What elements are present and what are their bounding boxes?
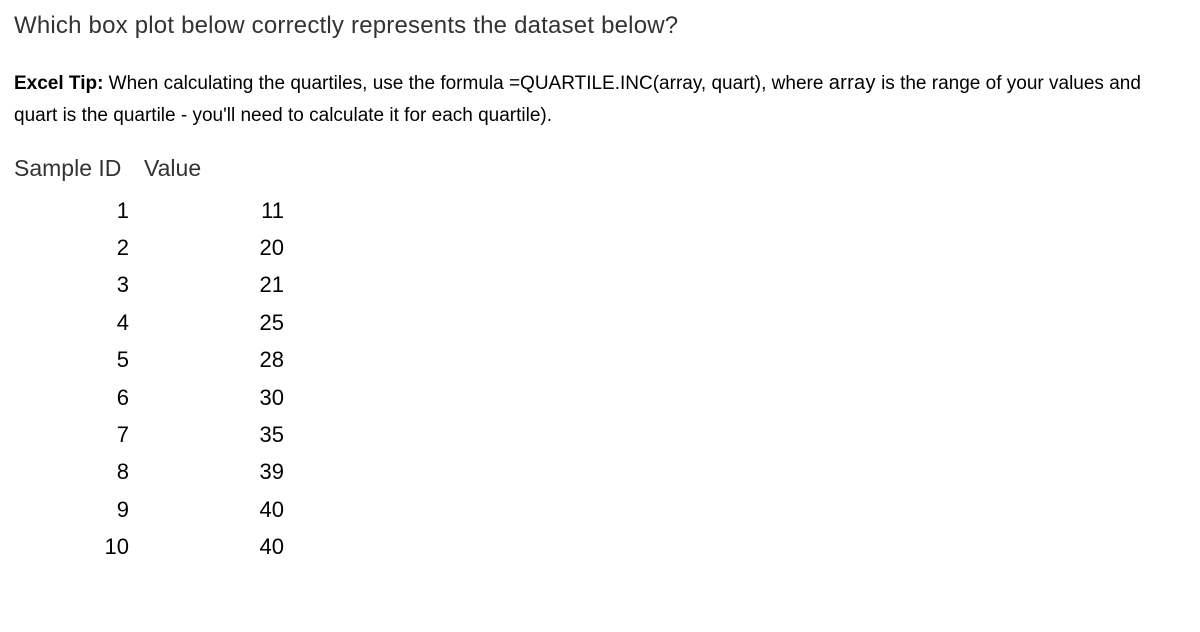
cell-value: 21 <box>129 266 284 303</box>
excel-tip-array: array <box>829 72 876 94</box>
cell-value: 39 <box>129 453 284 490</box>
cell-sample-id: 3 <box>14 266 129 303</box>
table-row: 3 21 <box>14 266 284 303</box>
table-row: 7 35 <box>14 416 284 453</box>
cell-sample-id: 7 <box>14 416 129 453</box>
table-header: Sample ID Value <box>14 155 284 182</box>
table-row: 6 30 <box>14 379 284 416</box>
cell-value: 40 <box>129 528 284 565</box>
excel-tip-text-1: When calculating the quartiles, use the … <box>103 73 828 94</box>
table-row: 2 20 <box>14 229 284 266</box>
excel-tip: Excel Tip: When calculating the quartile… <box>14 66 1186 133</box>
header-sample-id: Sample ID <box>14 155 144 182</box>
cell-sample-id: 8 <box>14 453 129 490</box>
table-row: 5 28 <box>14 341 284 378</box>
cell-value: 28 <box>129 341 284 378</box>
table-body: 1 11 2 20 3 21 4 25 5 28 6 30 7 35 8 39 <box>14 192 284 566</box>
header-value: Value <box>144 155 244 182</box>
question-text: Which box plot below correctly represent… <box>14 12 1186 40</box>
table-row: 8 39 <box>14 453 284 490</box>
data-table: Sample ID Value 1 11 2 20 3 21 4 25 5 28… <box>14 155 284 566</box>
cell-value: 20 <box>129 229 284 266</box>
cell-sample-id: 10 <box>14 528 129 565</box>
cell-value: 25 <box>129 304 284 341</box>
cell-value: 40 <box>129 491 284 528</box>
cell-value: 11 <box>129 192 284 229</box>
cell-value: 35 <box>129 416 284 453</box>
table-row: 10 40 <box>14 528 284 565</box>
cell-sample-id: 2 <box>14 229 129 266</box>
cell-value: 30 <box>129 379 284 416</box>
table-row: 1 11 <box>14 192 284 229</box>
cell-sample-id: 6 <box>14 379 129 416</box>
cell-sample-id: 1 <box>14 192 129 229</box>
cell-sample-id: 4 <box>14 304 129 341</box>
table-row: 9 40 <box>14 491 284 528</box>
cell-sample-id: 5 <box>14 341 129 378</box>
excel-tip-label: Excel Tip: <box>14 73 103 94</box>
table-row: 4 25 <box>14 304 284 341</box>
cell-sample-id: 9 <box>14 491 129 528</box>
